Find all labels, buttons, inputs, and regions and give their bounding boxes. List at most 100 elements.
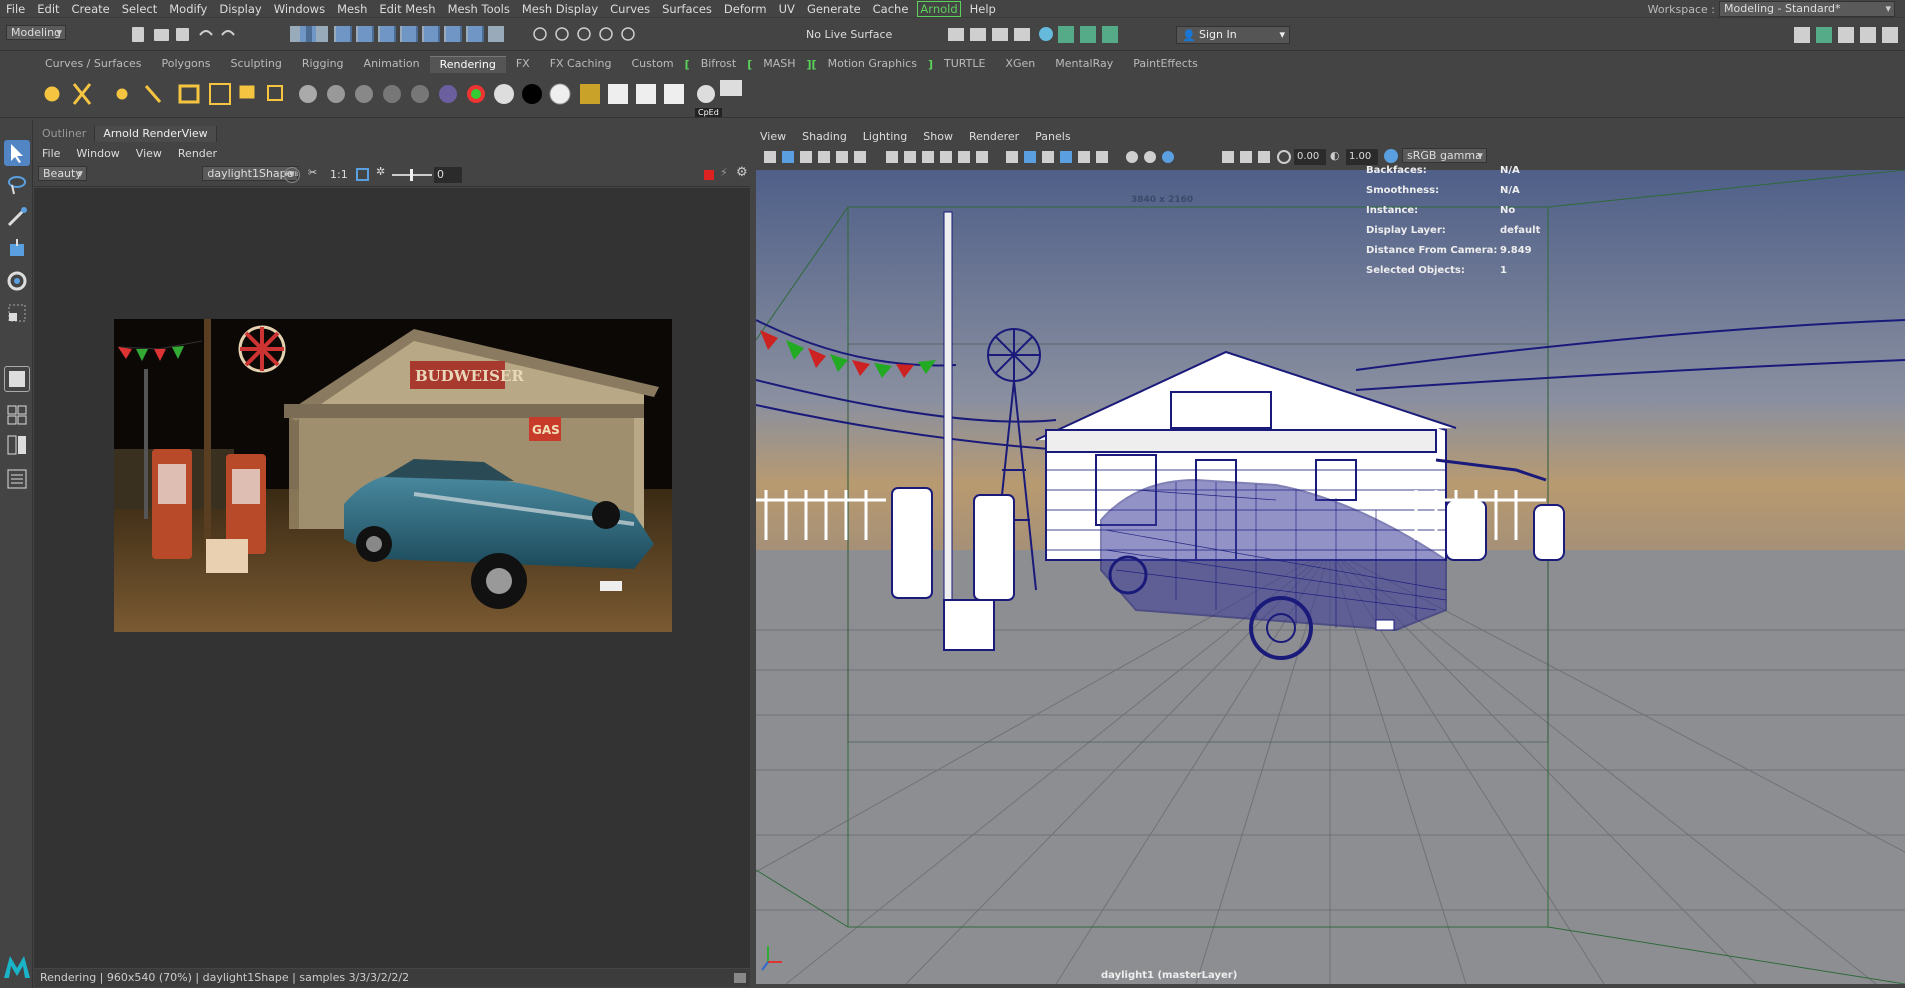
shelf-tab-sculpting[interactable]: Sculpting	[220, 56, 291, 72]
menu-select[interactable]: Select	[116, 0, 163, 18]
shelf-separator-icon: ][	[806, 57, 817, 71]
aov-dropdown[interactable]: Beauty	[38, 166, 87, 181]
render-sign-text: BUDWEISER	[415, 367, 524, 385]
rv-menu-view[interactable]: View	[128, 147, 170, 160]
ratio-button[interactable]: 1:1	[330, 168, 348, 181]
tab-arnold-renderview[interactable]: Arnold RenderView	[95, 126, 217, 142]
menu-arnold[interactable]: Arnold	[917, 0, 961, 17]
vp-menu-show[interactable]: Show	[915, 130, 961, 143]
exposure-slider[interactable]	[392, 169, 432, 181]
menu-cache[interactable]: Cache	[867, 0, 915, 18]
renderview-menu-bar: File Window View Render	[34, 144, 750, 162]
render-icons[interactable]	[946, 23, 1126, 47]
frame-icon[interactable]	[356, 168, 369, 181]
layout-two-pane-icon[interactable]	[4, 432, 30, 458]
select-tool-icon[interactable]	[4, 140, 30, 166]
stop-render-icon[interactable]	[704, 170, 714, 180]
viewport-panel: View Shading Lighting Show Renderer Pane…	[752, 120, 1905, 988]
menu-edit[interactable]: Edit	[31, 0, 65, 18]
shelf-tab-rendering[interactable]: Rendering	[429, 55, 506, 73]
sign-in-label: Sign In	[1199, 28, 1237, 41]
menu-file[interactable]: File	[0, 0, 31, 18]
rendered-image: BUDWEISER GAS	[114, 319, 672, 632]
vp-menu-view[interactable]: View	[752, 130, 794, 143]
menu-surfaces[interactable]: Surfaces	[656, 0, 718, 18]
hud-key: Selected Objects:	[1366, 264, 1465, 276]
scale-tool-icon[interactable]	[4, 300, 30, 326]
menu-deform[interactable]: Deform	[718, 0, 773, 18]
viewport-toolbar: 0.00 ◐ 1.00 sRGB gamma	[752, 146, 1905, 168]
shelf-tab-painteffects[interactable]: PaintEffects	[1123, 56, 1208, 72]
shelf-tab-bifrost[interactable]: Bifrost	[691, 56, 747, 72]
menu-edit-mesh[interactable]: Edit Mesh	[373, 0, 441, 18]
status-icon[interactable]	[734, 973, 746, 983]
menu-help[interactable]: Help	[964, 0, 1002, 18]
render-canvas[interactable]: BUDWEISER GAS	[34, 188, 750, 968]
shelf-tab-mash[interactable]: MASH	[753, 56, 805, 72]
rv-menu-file[interactable]: File	[34, 147, 68, 160]
menu-generate[interactable]: Generate	[801, 0, 867, 18]
lasso-tool-icon[interactable]	[4, 172, 30, 198]
shelf-tab-motion-graphics[interactable]: Motion Graphics	[818, 56, 927, 72]
wireframe-scene: 3840 x 2160 daylight1 (masterLayer)	[756, 170, 1905, 984]
mode-dropdown[interactable]: Modeling	[6, 25, 67, 40]
menu-mesh-tools[interactable]: Mesh Tools	[442, 0, 516, 18]
menu-create[interactable]: Create	[66, 0, 116, 18]
shelf-tab-custom[interactable]: Custom	[622, 56, 684, 72]
shelf: Curves / Surfaces Polygons Sculpting Rig…	[0, 52, 1905, 118]
snapshot-icon[interactable]: ✂	[308, 166, 317, 179]
vp-menu-renderer[interactable]: Renderer	[961, 130, 1027, 143]
settings-gear-icon[interactable]: ⚙	[736, 165, 748, 180]
menu-curves[interactable]: Curves	[604, 0, 656, 18]
panel-toggle-icons[interactable]	[1790, 23, 1905, 47]
workspace-dropdown[interactable]: Modeling - Standard*	[1719, 1, 1895, 17]
shelf-tab-curves-surfaces[interactable]: Curves / Surfaces	[35, 56, 152, 72]
shelf-tab-animation[interactable]: Animation	[354, 56, 430, 72]
paint-tool-icon[interactable]	[4, 204, 30, 230]
exposure-field[interactable]: 0.00	[1294, 149, 1326, 165]
menu-windows[interactable]: Windows	[268, 0, 331, 18]
menu-display[interactable]: Display	[213, 0, 267, 18]
shelf-tab-mentalray[interactable]: MentalRay	[1045, 56, 1123, 72]
shelf-tab-rigging[interactable]: Rigging	[292, 56, 354, 72]
render-gas-text: GAS	[532, 423, 560, 437]
vp-menu-shading[interactable]: Shading	[794, 130, 855, 143]
hud-value: 1	[1500, 264, 1507, 276]
move-tool-icon[interactable]	[4, 236, 30, 262]
layout-single-icon[interactable]	[4, 366, 30, 392]
hud-row: Backfaces: N/A	[1366, 160, 1540, 180]
menu-modify[interactable]: Modify	[163, 0, 213, 18]
menu-mesh-display[interactable]: Mesh Display	[516, 0, 604, 18]
status-line-icons[interactable]	[130, 23, 790, 47]
ipr-icon[interactable]: ⚡	[720, 166, 728, 179]
shelf-tab-fx[interactable]: FX	[506, 56, 540, 72]
vp-camera-label: daylight1 (masterLayer)	[1101, 970, 1237, 981]
rotate-tool-icon[interactable]	[4, 268, 30, 294]
menu-uv[interactable]: UV	[773, 0, 801, 18]
viewport-canvas[interactable]: 3840 x 2160 daylight1 (masterLayer)	[756, 170, 1905, 984]
layout-quad-icon[interactable]	[4, 402, 30, 428]
shelf-buttons[interactable]	[34, 76, 894, 112]
shelf-tab-polygons[interactable]: Polygons	[152, 56, 221, 72]
shelf-separator-icon: ]	[927, 57, 933, 71]
vp-menu-lighting[interactable]: Lighting	[855, 130, 915, 143]
exposure-value[interactable]: 0	[434, 167, 462, 183]
shelf-tab-xgen[interactable]: XGen	[995, 56, 1045, 72]
rv-menu-render[interactable]: Render	[170, 147, 225, 160]
vp-menu-panels[interactable]: Panels	[1027, 130, 1078, 143]
sign-in-button[interactable]: 👤 Sign In ▾	[1176, 26, 1290, 44]
shelf-tab-fx-caching[interactable]: FX Caching	[540, 56, 622, 72]
hud-value: 9.849	[1500, 244, 1532, 256]
rgb-channel-icon[interactable]: RGB	[284, 167, 300, 183]
outliner-layout-icon[interactable]	[4, 466, 30, 492]
rv-menu-window[interactable]: Window	[68, 147, 127, 160]
shelf-tab-turtle[interactable]: TURTLE	[934, 56, 995, 72]
tab-outliner[interactable]: Outliner	[34, 126, 96, 142]
cped-label[interactable]: CpEd	[695, 108, 722, 117]
menu-mesh[interactable]: Mesh	[331, 0, 373, 18]
main-menu-bar: File Edit Create Select Modify Display W…	[0, 0, 1905, 18]
viewport-hud: Backfaces: N/A Smoothness: N/A Instance: No…	[1366, 160, 1540, 280]
live-surface-field[interactable]: No Live Surface	[806, 28, 892, 41]
hud-value: N/A	[1500, 164, 1520, 176]
hud-key: Display Layer:	[1366, 224, 1446, 236]
